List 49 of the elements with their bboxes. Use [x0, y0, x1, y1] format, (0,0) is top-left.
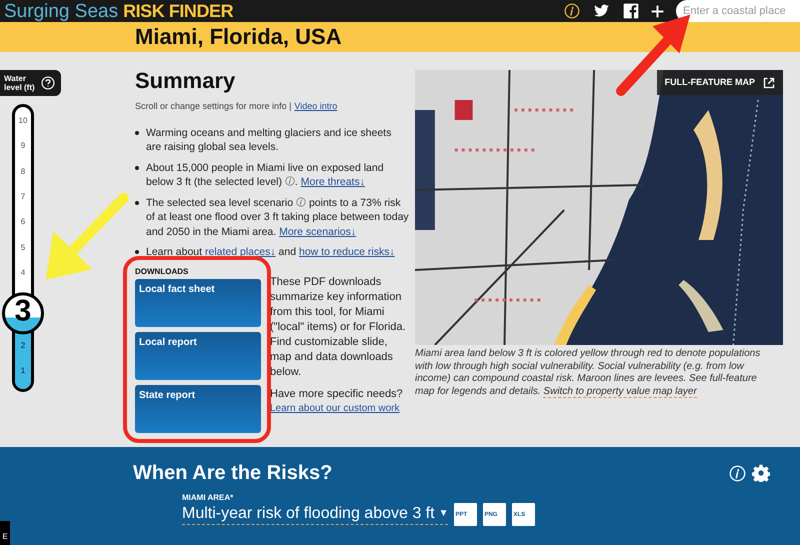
text-link[interactable]: how to reduce risks↓	[298, 246, 395, 258]
download-button[interactable]: Local fact sheet	[135, 278, 261, 326]
bullet-icon	[135, 200, 139, 204]
tick-label: 5	[20, 244, 26, 252]
tick-label: 4	[20, 268, 26, 277]
text-link[interactable]: More scenarios↓	[279, 226, 356, 238]
facebook-icon[interactable]	[623, 3, 639, 19]
risk-selector[interactable]: Multi-year risk of flooding above 3 ft ▼	[182, 504, 448, 525]
custom-work-link[interactable]: Learn about our custom work	[270, 402, 409, 416]
area-label: MIAMI AREA*	[182, 494, 234, 502]
location-title: Miami, Florida, USA	[135, 26, 342, 48]
download-button[interactable]: State report	[135, 384, 261, 432]
side-tab[interactable]: E	[0, 521, 10, 545]
download-button[interactable]: Local report	[135, 332, 261, 380]
tick-label: 2	[20, 342, 26, 350]
tick-label: 8	[20, 168, 26, 176]
map-layer-link[interactable]: Switch to property value map layer	[543, 386, 697, 398]
summary-bullet: The selected sea level scenario points to a 73% risk of at least one flood over 3 ft taking place between today and 2050 in the Miami area. More scenarios↓	[146, 196, 409, 239]
full-map-button[interactable]: FULL-FEATURE MAP	[656, 70, 783, 95]
external-link-icon	[763, 76, 775, 88]
text-link[interactable]: More threats↓	[300, 176, 365, 188]
bullet-icon	[135, 130, 139, 134]
tick-label: 9	[20, 142, 26, 150]
text-link[interactable]: related places↓	[204, 246, 276, 258]
plus-icon[interactable]	[651, 4, 664, 18]
water-level-label: Water level (ft)	[0, 70, 61, 96]
summary-bullet: Warming oceans and melting glaciers and ice sheets are raising global sea levels.	[146, 126, 392, 154]
info-icon[interactable]	[564, 3, 580, 19]
tick-label: 10	[18, 117, 28, 125]
bullet-icon	[135, 166, 139, 170]
summary-bullet: About 15,000 people in Miami live on exposed land below 3 ft (the selected level) . More threats↓	[146, 160, 385, 190]
tick-label: 1	[20, 366, 26, 375]
downloads-label: DOWNLOADS	[135, 268, 190, 276]
custom-work-question: Have more specific needs?	[270, 386, 404, 402]
summary-subtitle: Scroll or change settings for more info |	[135, 100, 292, 113]
tick-label: 6	[20, 218, 26, 226]
risks-title: When Are the Risks?	[133, 463, 332, 483]
video-link[interactable]: Video intro	[294, 100, 338, 114]
help-icon[interactable]	[41, 76, 55, 90]
map-caption: Miami area land below 3 ft is colored yellow through red to denote populations with low through high social vulnerability. Social vulnerability (e.g. from low income) can compound coastal risk. Maroon lines are levees. See full-feature map for legends and details. Switch to property value map layer	[415, 348, 762, 398]
search-field[interactable]: Enter a coastal place	[676, 0, 800, 22]
tick-label: 7	[20, 192, 26, 201]
bullet-icon	[135, 250, 139, 254]
map[interactable]: FULL-FEATURE MAP	[415, 70, 783, 345]
summary-bullet: Learn about related places↓ and how to reduce risks↓	[146, 245, 395, 260]
settings-icon[interactable]	[752, 464, 770, 482]
logo[interactable]: Surging Seas RISK FINDER	[4, 2, 234, 20]
summary-title: Summary	[135, 70, 236, 92]
bird-icon[interactable]	[592, 3, 611, 19]
